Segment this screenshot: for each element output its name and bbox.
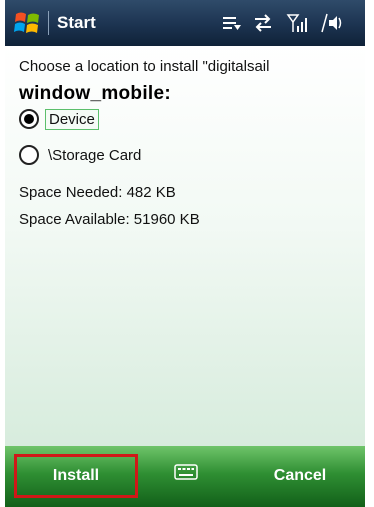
option-device[interactable]: Device bbox=[19, 106, 99, 132]
windows-flag-icon[interactable] bbox=[13, 9, 43, 37]
page-title[interactable]: Start bbox=[57, 13, 96, 33]
keyboard-icon[interactable] bbox=[174, 463, 198, 481]
title-separator bbox=[48, 11, 49, 35]
space-available: Space Available: 51960 KB bbox=[19, 211, 200, 228]
device-radio[interactable] bbox=[19, 109, 39, 129]
softkey-bar: Install Cancel bbox=[5, 446, 365, 507]
space-needed: Space Needed: 482 KB bbox=[19, 184, 176, 201]
install-dialog: Start Choose a location to install "digi… bbox=[5, 0, 365, 507]
option-storage-card[interactable]: \Storage Card bbox=[19, 142, 144, 168]
title-bar: Start bbox=[5, 0, 365, 46]
signal-strength-icon[interactable] bbox=[285, 10, 311, 36]
status-icons bbox=[215, 10, 360, 36]
dialog-content: Choose a location to install "digitalsai… bbox=[5, 46, 365, 446]
storage-card-radio[interactable] bbox=[19, 145, 39, 165]
app-name: window_mobile: bbox=[19, 83, 171, 104]
install-prompt: Choose a location to install "digitalsai… bbox=[19, 58, 270, 75]
volume-icon[interactable] bbox=[319, 10, 345, 36]
install-button[interactable]: Install bbox=[14, 454, 138, 498]
storage-card-label[interactable]: \Storage Card bbox=[45, 146, 144, 165]
device-label[interactable]: Device bbox=[45, 108, 99, 130]
cancel-button[interactable]: Cancel bbox=[240, 454, 360, 498]
connectivity-icon[interactable] bbox=[251, 10, 275, 36]
notifications-icon[interactable] bbox=[221, 10, 243, 36]
